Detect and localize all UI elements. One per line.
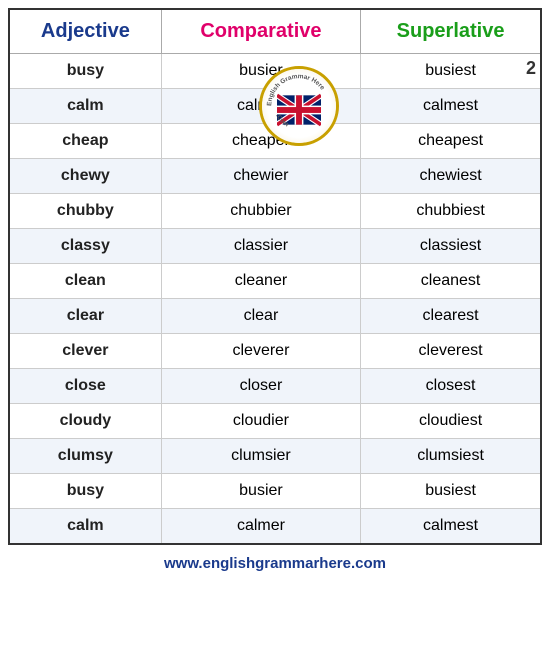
cell-superlative: cleanest [361,264,541,299]
cell-adjective: close [9,369,161,404]
cell-superlative: closest [361,369,541,404]
table-row: cleancleanercleanest [9,264,541,299]
cell-superlative: classiest [361,229,541,264]
cell-adjective: classy [9,229,161,264]
cell-comparative: busier [161,474,360,509]
table-row: clumsyclumsierclumsiest [9,439,541,474]
col-adjective-header: Adjective [9,9,161,54]
cell-superlative: calmest [361,509,541,545]
cell-superlative: cloudiest [361,404,541,439]
cell-comparative: classier [161,229,360,264]
table-row: chubbychubbierchubbiest [9,194,541,229]
cell-superlative: chubbiest [361,194,541,229]
cell-comparative: closer [161,369,360,404]
cell-comparative: clear [161,299,360,334]
cell-superlative: chewiest [361,159,541,194]
table-row: cloudycloudiercloudiest [9,404,541,439]
table-row: calmcalmercalmest [9,509,541,545]
col-comparative-header: Comparative [161,9,360,54]
cell-adjective: clever [9,334,161,369]
cell-comparative: clumsier [161,439,360,474]
cell-comparative: chubbier [161,194,360,229]
cell-comparative: calmer [161,509,360,545]
table-row: clevercleverercleverest [9,334,541,369]
svg-text:English Grammar Here: English Grammar Here [266,73,326,106]
cell-adjective: cheap [9,124,161,159]
cell-superlative: cheapest [361,124,541,159]
table-row: closecloserclosest [9,369,541,404]
cell-adjective: chewy [9,159,161,194]
table-row: chewychewierchewiest [9,159,541,194]
cell-adjective: busy [9,474,161,509]
footer-url: www.englishgrammarhere.com [164,555,386,572]
cell-superlative: calmest [361,89,541,124]
cell-superlative: cleverest [361,334,541,369]
svg-text:.Com: .Com [274,113,290,129]
cell-adjective: clear [9,299,161,334]
table-row: clearclearclearest [9,299,541,334]
cell-superlative: clumsiest [361,439,541,474]
cell-adjective: calm [9,509,161,545]
table-row: busybusierbusiest [9,474,541,509]
cell-superlative: busiest [361,54,541,89]
cell-superlative: busiest [361,474,541,509]
cell-adjective: clean [9,264,161,299]
cell-superlative: clearest [361,299,541,334]
col-superlative-header: Superlative [361,9,541,54]
cell-comparative: cleverer [161,334,360,369]
cell-comparative: cloudier [161,404,360,439]
cell-adjective: calm [9,89,161,124]
cell-adjective: cloudy [9,404,161,439]
cell-adjective: chubby [9,194,161,229]
table-row: classyclassierclassiest [9,229,541,264]
cell-adjective: clumsy [9,439,161,474]
cell-comparative: cleaner [161,264,360,299]
cell-adjective: busy [9,54,161,89]
cell-comparative: chewier [161,159,360,194]
page-number: 2 [526,58,536,79]
grammar-badge: English Grammar Here .Com [259,66,339,146]
